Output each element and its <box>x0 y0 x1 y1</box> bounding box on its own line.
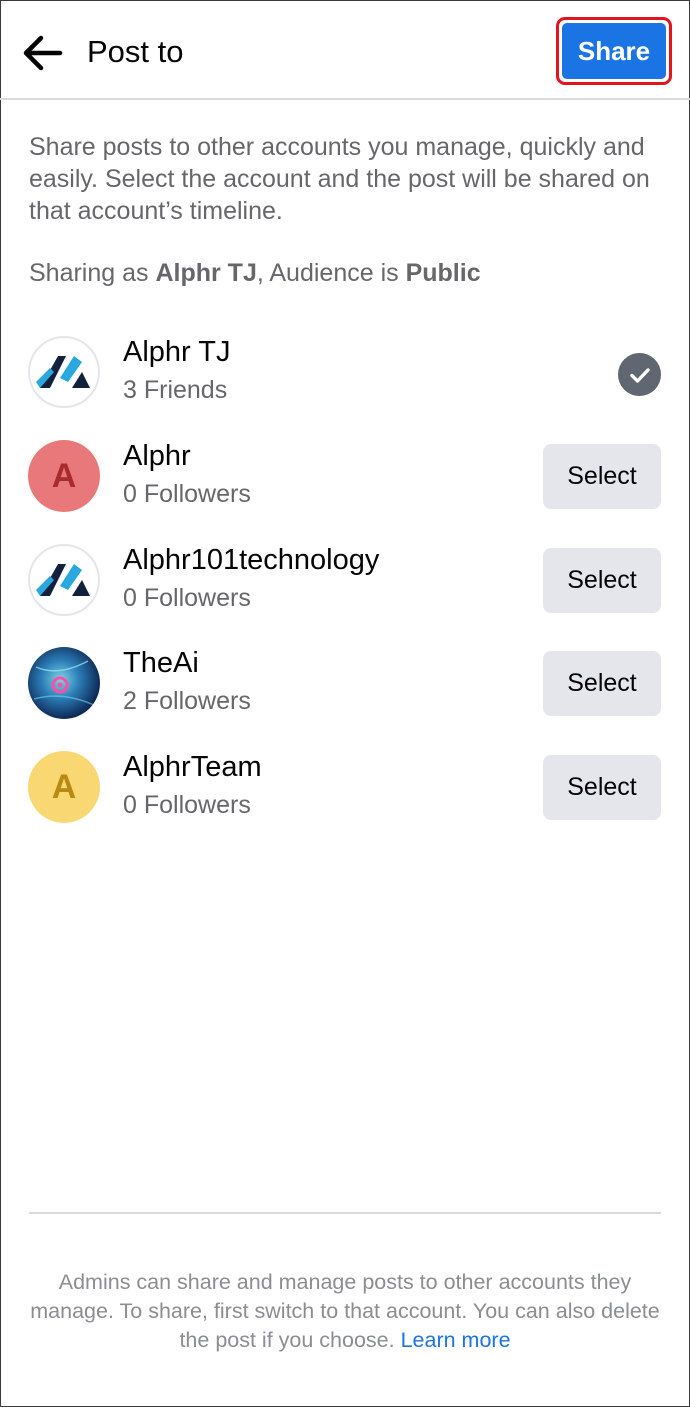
select-button[interactable]: Select <box>543 755 661 820</box>
share-button[interactable]: Share <box>556 17 672 85</box>
learn-more-link[interactable]: Learn more <box>401 1328 511 1352</box>
avatar: A <box>28 751 100 823</box>
sharing-account: Alphr TJ <box>155 259 257 287</box>
top-bar: Post to Share <box>0 0 690 100</box>
select-button[interactable]: Select <box>543 548 661 613</box>
footer-divider <box>29 1212 661 1214</box>
sharing-prefix: Sharing as <box>29 259 156 287</box>
footer-note: Admins can share and manage posts to oth… <box>29 1268 661 1355</box>
account-name: Alphr TJ <box>123 336 231 368</box>
avatar <box>28 336 100 408</box>
checkmark-icon[interactable] <box>618 353 661 396</box>
intro-text: Share posts to other accounts you manage… <box>29 133 650 225</box>
sharing-middle: , Audience is <box>256 259 406 287</box>
account-row-theai[interactable]: TheAi 2 Followers Select <box>0 647 690 751</box>
select-button[interactable]: Select <box>543 651 661 716</box>
audience-value: Public <box>405 259 481 287</box>
page-title: Post to <box>87 34 184 69</box>
account-subtitle: 0 Followers <box>123 791 251 819</box>
arrow-left-icon[interactable] <box>20 30 66 76</box>
account-row-alphr[interactable]: A Alphr 0 Followers Select <box>0 440 690 544</box>
avatar <box>28 647 100 719</box>
account-name: Alphr <box>123 440 191 472</box>
sharing-as-info: Sharing as Alphr TJ, Audience is Public <box>29 259 481 288</box>
avatar: A <box>28 440 100 512</box>
account-subtitle: 0 Followers <box>123 480 251 508</box>
account-row-alphr101technology[interactable]: Alphr101technology 0 Followers Select <box>0 544 690 648</box>
account-subtitle: 0 Followers <box>123 584 251 612</box>
account-subtitle: 3 Friends <box>123 376 228 404</box>
avatar <box>28 544 100 616</box>
select-button[interactable]: Select <box>543 444 661 509</box>
account-name: TheAi <box>123 647 199 679</box>
account-name: AlphrTeam <box>123 751 262 783</box>
account-name: Alphr101technology <box>123 544 380 576</box>
account-subtitle: 2 Followers <box>123 687 251 715</box>
account-row-alphrteam[interactable]: A AlphrTeam 0 Followers Select <box>0 751 690 855</box>
footer-text: Admins can share and manage posts to oth… <box>30 1270 660 1352</box>
account-row-alphr-tj[interactable]: Alphr TJ 3 Friends <box>0 336 690 440</box>
share-button-label: Share <box>562 23 666 79</box>
